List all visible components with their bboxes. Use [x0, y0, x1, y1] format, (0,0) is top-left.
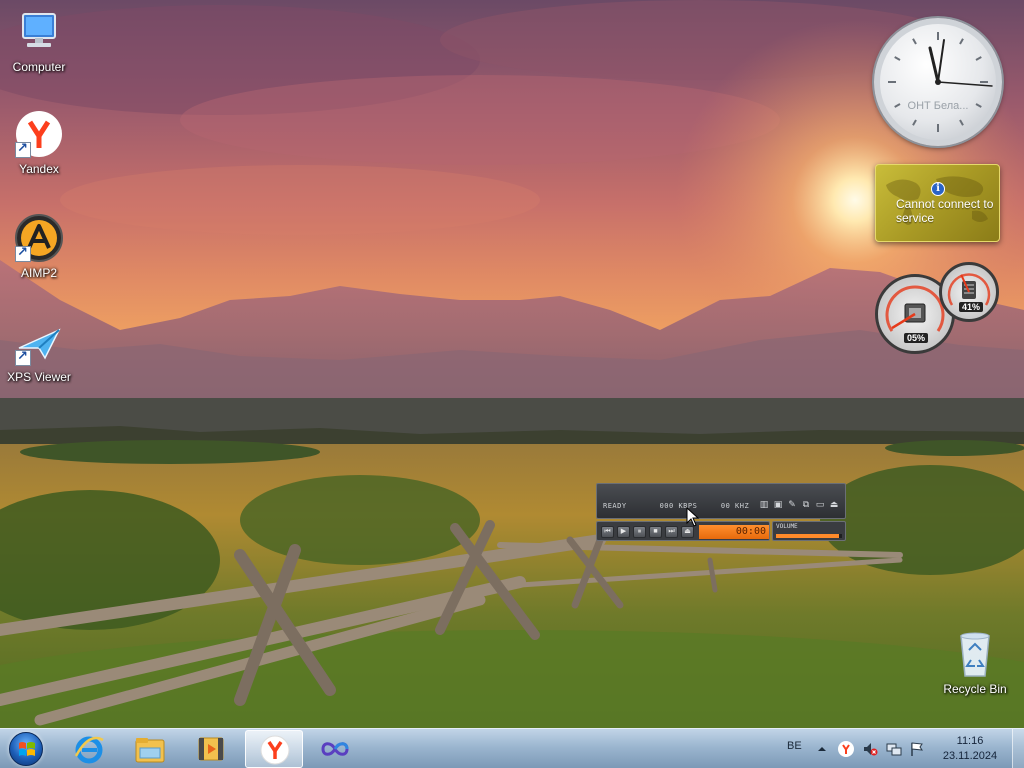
previous-icon[interactable]: ⏮ [601, 526, 614, 538]
clock-face [888, 32, 993, 132]
equalizer-icon[interactable]: ▥ [759, 499, 769, 509]
memory-gauge: 41% [939, 262, 999, 322]
shortcut-arrow-icon [15, 244, 31, 262]
clock-gadget[interactable]: ОНТ Бела... [874, 18, 1002, 146]
eject-icon[interactable]: ⏏ [829, 499, 839, 509]
yandex-tray-icon[interactable] [838, 741, 854, 757]
info-icon: i [931, 182, 945, 196]
aimp-time-display: 00:00 [699, 525, 769, 539]
aimp-transport: ⏮ ▶ ⏸ ■ ⏭ ⏏ 00:00 [596, 521, 770, 541]
aimp-player[interactable]: READY 000 KBPS 00 KHZ ▥ ▣ ✎ ⧉ ▭ ⏏ ⏮ ▶ ⏸ … [596, 483, 846, 543]
next-icon[interactable]: ⏭ [665, 526, 678, 538]
shortcut-arrow-icon [15, 140, 31, 158]
copy-icon[interactable]: ⧉ [801, 499, 811, 509]
aimp-volume-control[interactable]: VOLUME [772, 521, 846, 541]
show-hidden-icons-icon[interactable] [816, 743, 832, 759]
media-player-icon [195, 734, 227, 764]
desktop-icon-yandex[interactable]: Yandex [1, 110, 77, 176]
settings-wrench-icon[interactable]: ✎ [787, 499, 797, 509]
taskbar-windows-explorer[interactable] [121, 730, 179, 768]
aimp-controls-bar: ⏮ ▶ ⏸ ■ ⏭ ⏏ 00:00 VOLUME [596, 521, 846, 543]
network-icon[interactable] [886, 741, 902, 757]
playlist-icon[interactable]: ▣ [773, 499, 783, 509]
minute-hand [937, 39, 945, 83]
aimp-status: READY [603, 502, 627, 510]
desktop-icon-label: Yandex [19, 162, 59, 176]
taskbar-infinity-app[interactable] [306, 730, 364, 768]
aimp-frequency: 00 KHZ [720, 502, 750, 510]
taskbar-media-player[interactable] [182, 730, 240, 768]
system-date: 23.11.2024 [942, 750, 998, 762]
desktop-wallpaper [0, 0, 1024, 728]
yandex-browser-icon [15, 110, 63, 158]
open-file-icon[interactable]: ⏏ [681, 526, 694, 538]
aimp-toolbar: ▥ ▣ ✎ ⧉ ▭ ⏏ [759, 499, 839, 509]
desktop-icon-label: Recycle Bin [943, 682, 1007, 696]
windows-explorer-icon [134, 734, 166, 764]
weather-gadget[interactable]: i Cannot connect to service [875, 164, 1000, 242]
volume-slider[interactable] [776, 534, 842, 538]
show-desktop-button[interactable] [1012, 729, 1024, 768]
infinity-icon [319, 734, 351, 764]
desktop-icon-computer[interactable]: Computer [1, 8, 77, 74]
xps-viewer-icon [15, 318, 63, 366]
internet-explorer-icon [73, 734, 105, 764]
desktop-icon-recycle-bin[interactable]: Recycle Bin [937, 630, 1013, 696]
desktop-icon-xps-viewer[interactable]: XPS Viewer [1, 318, 77, 384]
desktop-icon-label: XPS Viewer [7, 370, 71, 384]
desktop-icon-label: AIMP2 [20, 266, 57, 280]
minimize-window-icon[interactable]: ▭ [815, 499, 825, 509]
memory-percent: 41% [959, 302, 984, 312]
desktop-icon-label: Computer [12, 60, 66, 74]
input-language-indicator[interactable]: BE [787, 740, 802, 752]
taskbar-yandex-browser[interactable] [245, 730, 303, 768]
taskbar-internet-explorer[interactable] [60, 730, 118, 768]
weather-message: Cannot connect to service [896, 197, 994, 225]
computer-icon [15, 8, 63, 56]
wallpaper-landscape [0, 0, 1024, 728]
yandex-browser-icon [259, 735, 291, 765]
volume-muted-icon[interactable] [862, 741, 878, 757]
recycle-bin-icon [951, 630, 999, 678]
aimp-display[interactable]: READY 000 KBPS 00 KHZ ▥ ▣ ✎ ⧉ ▭ ⏏ [596, 483, 846, 519]
hour-hand [928, 46, 940, 84]
volume-label: VOLUME [776, 523, 798, 530]
taskbar: BE 11:16 23.11.2024 [0, 728, 1024, 768]
stop-icon[interactable]: ■ [649, 526, 662, 538]
volume-level [776, 534, 839, 538]
desktop-icon-aimp2[interactable]: AIMP2 [1, 214, 77, 280]
cpu-percent: 05% [904, 333, 929, 343]
aimp-icon [15, 214, 63, 262]
action-center-flag-icon[interactable] [909, 741, 925, 757]
windows-logo-icon [9, 732, 43, 766]
clock-caption: ОНТ Бела... [907, 100, 969, 112]
play-icon[interactable]: ▶ [617, 526, 630, 538]
aimp-status-line: READY 000 KBPS 00 KHZ [603, 502, 749, 510]
mouse-cursor-icon [686, 507, 700, 527]
cpu-meter-gadget[interactable]: 05% 41% [873, 262, 1003, 354]
start-button[interactable] [4, 731, 48, 767]
pause-icon[interactable]: ⏸ [633, 526, 646, 538]
shortcut-arrow-icon [15, 348, 31, 366]
system-time: 11:16 [956, 735, 984, 747]
system-clock[interactable]: 11:16 23.11.2024 [936, 734, 1004, 764]
